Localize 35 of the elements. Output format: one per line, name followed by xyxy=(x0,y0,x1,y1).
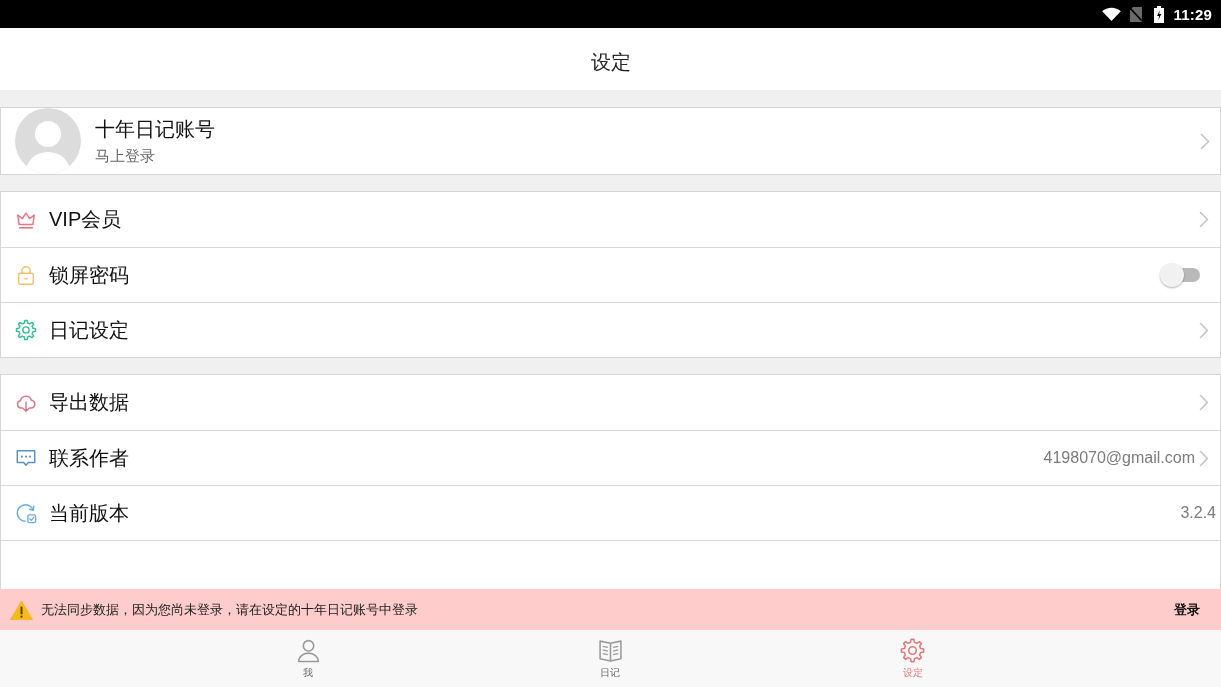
row-value: 4198070@gmail.com xyxy=(1043,449,1195,467)
tab[interactable]: 我 xyxy=(278,630,339,687)
chevron-icon xyxy=(1199,394,1209,411)
row-label: VIP会员 xyxy=(49,207,123,232)
avatar-icon xyxy=(15,108,81,174)
login-link[interactable]: 登录 xyxy=(1174,600,1200,619)
padlock-icon xyxy=(15,264,37,286)
chevron-icon xyxy=(1199,321,1209,339)
tab[interactable]: 日记 xyxy=(580,630,641,687)
refresh-check-icon xyxy=(15,502,37,524)
account-card[interactable]: 十年日记账号 马上登录 xyxy=(0,107,1221,175)
wifi-icon xyxy=(1102,7,1122,21)
row-label: 日记设定 xyxy=(49,317,130,343)
page-title: 设定 xyxy=(590,49,631,75)
chevron-icon xyxy=(1200,132,1210,150)
row-label: 导出数据 xyxy=(49,390,130,415)
book-icon xyxy=(598,638,623,663)
row-label: 当前版本 xyxy=(49,500,130,526)
person-icon xyxy=(295,638,321,663)
no-sim-icon xyxy=(1130,6,1143,22)
banner-message: 无法同步数据，因为您尚未登录，请在设定的十年日记账号中登录 xyxy=(41,600,419,619)
account-name: 十年日记账号 xyxy=(95,117,216,141)
toggle-switch[interactable] xyxy=(1160,263,1202,287)
battery-charging-icon xyxy=(1154,5,1165,23)
gear-icon xyxy=(900,638,926,663)
chevron-icon xyxy=(1199,211,1209,228)
login-prompt: 马上登录 xyxy=(95,147,156,165)
row-label: 锁屏密码 xyxy=(49,262,130,288)
warning-icon xyxy=(10,599,33,620)
row-label: 联系作者 xyxy=(49,445,130,471)
chat-bubble-icon xyxy=(15,447,37,469)
gear-icon xyxy=(15,319,37,341)
row-value: 3.2.4 xyxy=(1180,504,1216,522)
status-time: 11:29 xyxy=(1173,5,1212,23)
chevron-icon xyxy=(1199,449,1209,467)
